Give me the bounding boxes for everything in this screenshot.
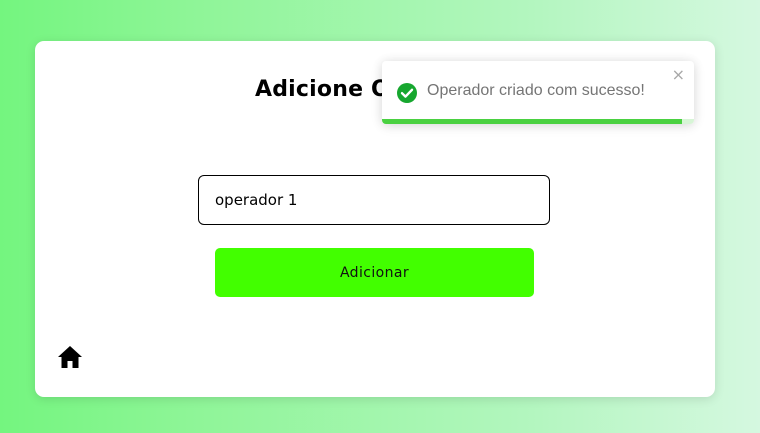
- home-icon: [57, 345, 83, 369]
- success-toast: Operador criado com sucesso! ×: [382, 61, 694, 124]
- toast-message: Operador criado com sucesso!: [427, 82, 645, 99]
- add-button[interactable]: Adicionar: [215, 248, 534, 297]
- toast-progress-bar: [382, 119, 682, 124]
- operator-name-input[interactable]: [198, 175, 550, 225]
- close-icon[interactable]: ×: [672, 66, 685, 84]
- toast-progress-track: [382, 119, 694, 124]
- check-circle-icon: [396, 82, 418, 104]
- home-button[interactable]: [57, 345, 83, 369]
